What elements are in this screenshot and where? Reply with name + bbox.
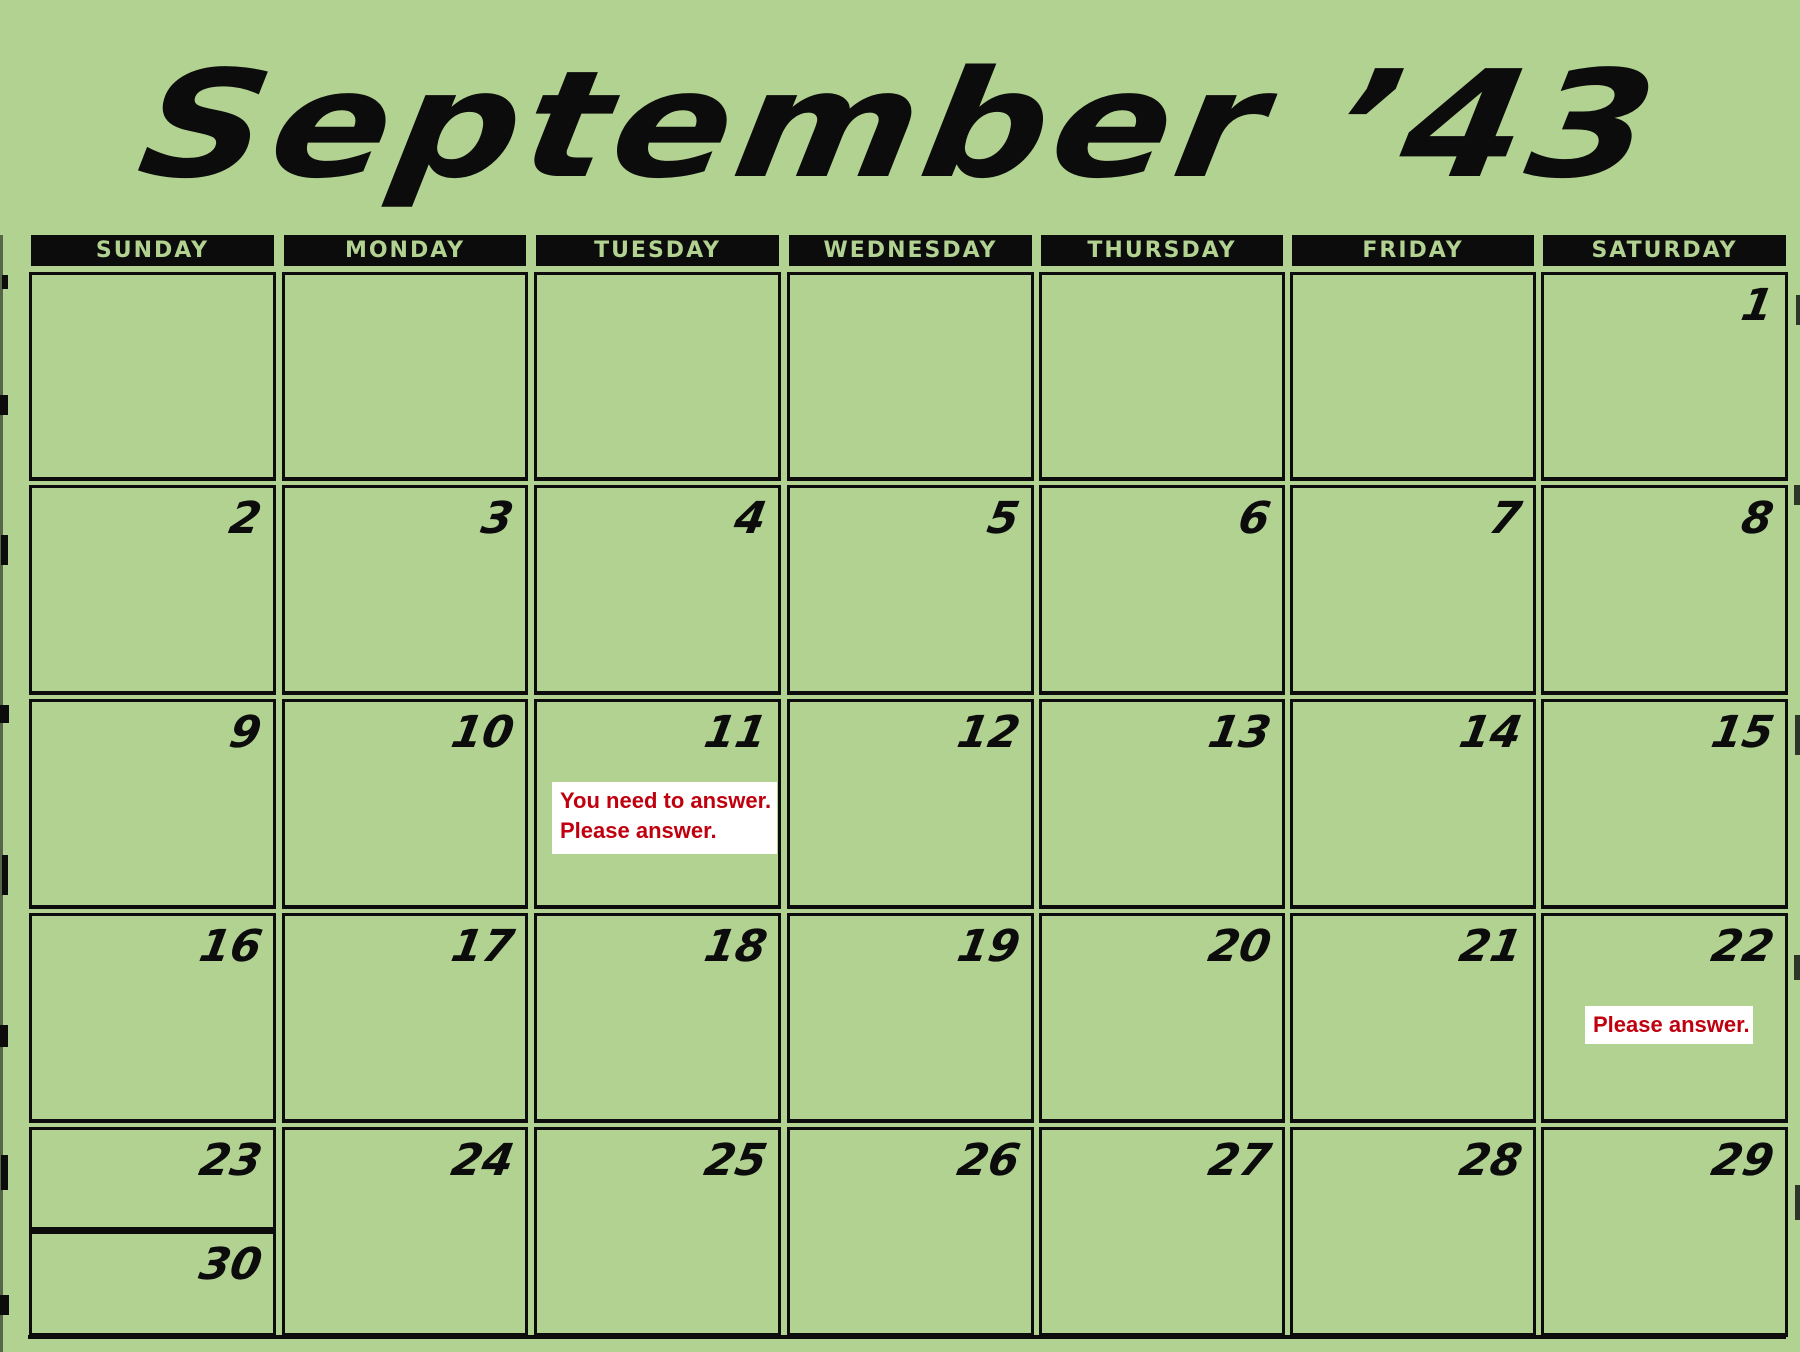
day-cell-5[interactable]: 5 <box>787 485 1034 695</box>
day-cell-3[interactable]: 3 <box>282 485 528 695</box>
date-number: 9 <box>225 707 266 758</box>
day-cell-14[interactable]: 14 <box>1290 699 1536 909</box>
weekday-header-thursday: THURSDAY <box>1041 235 1283 266</box>
weekday-header-tuesday: TUESDAY <box>536 235 779 266</box>
calendar-page: September ’43 SUNDAY MONDAY TUESDAY WEDN… <box>0 0 1800 1352</box>
day-cell-8[interactable]: 8 <box>1541 485 1788 695</box>
day-cell-24[interactable]: 24 <box>282 1127 528 1337</box>
day-cell-6[interactable]: 6 <box>1039 485 1285 695</box>
day-cell-1[interactable]: 1 <box>1541 272 1788 481</box>
date-number: 12 <box>953 707 1024 758</box>
date-number: 22 <box>1707 921 1778 972</box>
date-number: 4 <box>730 493 771 544</box>
date-number: 20 <box>1204 921 1275 972</box>
day-cell-17[interactable]: 17 <box>282 913 528 1123</box>
day-cell-16[interactable]: 16 <box>29 913 276 1123</box>
day-cell-empty <box>282 272 528 481</box>
weekday-header-friday: FRIDAY <box>1292 235 1534 266</box>
day-cell-13[interactable]: 13 <box>1039 699 1285 909</box>
day-cell-28[interactable]: 28 <box>1290 1127 1536 1337</box>
bottom-rule <box>28 1335 1786 1339</box>
day-cell-25[interactable]: 25 <box>534 1127 781 1337</box>
date-number: 13 <box>1204 707 1275 758</box>
day-cell-7[interactable]: 7 <box>1290 485 1536 695</box>
day-cell-19[interactable]: 19 <box>787 913 1034 1123</box>
day-cell-21[interactable]: 21 <box>1290 913 1536 1123</box>
weekday-header-saturday: SATURDAY <box>1543 235 1786 266</box>
date-number: 19 <box>953 921 1024 972</box>
right-edge-grunge <box>1794 295 1800 1220</box>
day-cell-10[interactable]: 10 <box>282 699 528 909</box>
date-number: 30 <box>195 1239 266 1290</box>
day-cell-empty <box>1290 272 1536 481</box>
left-edge-grunge <box>0 235 9 1352</box>
date-number: 8 <box>1737 493 1778 544</box>
date-number: 7 <box>1485 493 1526 544</box>
date-number: 14 <box>1455 707 1526 758</box>
date-number: 18 <box>700 921 771 972</box>
date-number: 25 <box>700 1135 771 1186</box>
date-number: 21 <box>1455 921 1526 972</box>
weekday-header-wednesday: WEDNESDAY <box>789 235 1032 266</box>
day-cell-26[interactable]: 26 <box>787 1127 1034 1337</box>
date-number: 15 <box>1707 707 1778 758</box>
date-number: 24 <box>447 1135 518 1186</box>
note-line: Please answer. <box>560 818 717 843</box>
date-number: 28 <box>1455 1135 1526 1186</box>
day-cell-15[interactable]: 15 <box>1541 699 1788 909</box>
weekday-header-sunday: SUNDAY <box>31 235 274 266</box>
date-number: 17 <box>447 921 518 972</box>
day-cell-4[interactable]: 4 <box>534 485 781 695</box>
date-number: 23 <box>195 1135 266 1186</box>
day-cell-9[interactable]: 9 <box>29 699 276 909</box>
day-cell-18[interactable]: 18 <box>534 913 781 1123</box>
day-cell-27[interactable]: 27 <box>1039 1127 1285 1337</box>
date-number: 11 <box>700 707 771 758</box>
date-number: 27 <box>1204 1135 1275 1186</box>
note-sept-22: Please answer. <box>1585 1006 1753 1044</box>
day-cell-12[interactable]: 12 <box>787 699 1034 909</box>
date-number: 5 <box>983 493 1024 544</box>
day-cell-empty <box>534 272 781 481</box>
date-number: 3 <box>477 493 518 544</box>
day-cell-23[interactable]: 23 <box>29 1127 276 1231</box>
date-number: 26 <box>953 1135 1024 1186</box>
weekday-header-monday: MONDAY <box>284 235 526 266</box>
date-number: 6 <box>1234 493 1275 544</box>
date-number: 10 <box>447 707 518 758</box>
note-sept-11: You need to answer. Please answer. <box>552 782 777 854</box>
date-number: 1 <box>1737 280 1778 331</box>
day-cell-29[interactable]: 29 <box>1541 1127 1788 1337</box>
day-cell-empty <box>787 272 1034 481</box>
date-number: 16 <box>195 921 266 972</box>
day-cell-30[interactable]: 30 <box>29 1231 276 1337</box>
day-cell-2[interactable]: 2 <box>29 485 276 695</box>
day-cell-20[interactable]: 20 <box>1039 913 1285 1123</box>
note-line: You need to answer. <box>560 788 772 813</box>
date-number: 2 <box>225 493 266 544</box>
date-number: 29 <box>1707 1135 1778 1186</box>
day-cell-empty <box>1039 272 1285 481</box>
calendar-title: September ’43 <box>128 39 1672 211</box>
note-line: Please answer. <box>1593 1012 1750 1037</box>
day-cell-empty <box>29 272 276 481</box>
